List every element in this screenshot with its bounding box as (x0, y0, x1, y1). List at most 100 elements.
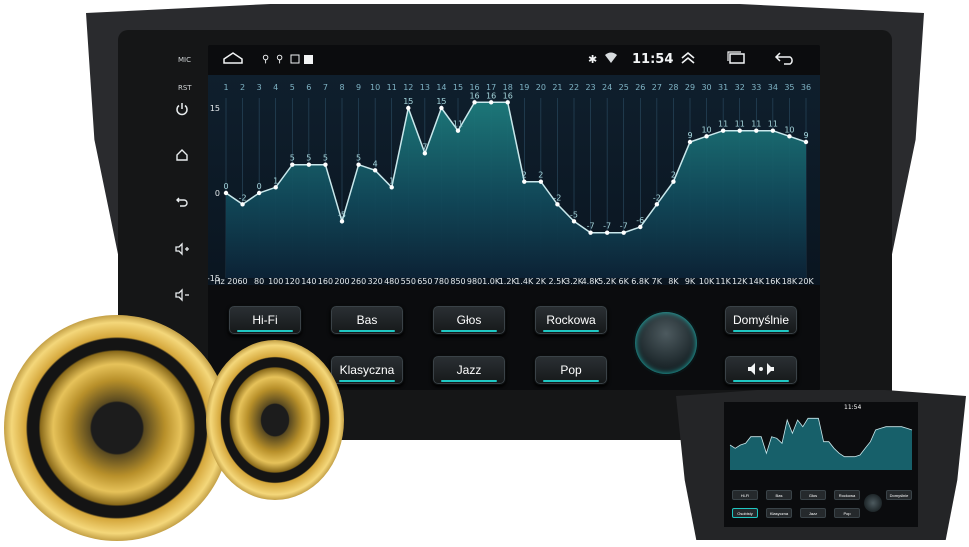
eq-freq-label: 7K (652, 277, 663, 285)
eq-band-number: 22 (569, 83, 579, 92)
eq-freq-label: 11K (715, 277, 731, 285)
eq-band-handle[interactable] (588, 230, 593, 235)
usb-icon: ⚲ (262, 54, 270, 65)
preset-bas-button[interactable]: Bas (330, 305, 404, 335)
back-arrow-icon[interactable] (774, 51, 796, 70)
volume-down-icon[interactable] (172, 288, 192, 306)
eq-band-value: -5 (338, 210, 346, 219)
eq-band-number: 14 (436, 83, 446, 92)
eq-freq-label: 20K (798, 277, 814, 285)
eq-band-handle[interactable] (406, 105, 411, 111)
mini-preset-button: Bas (766, 490, 792, 500)
eq-band-handle[interactable] (621, 230, 626, 235)
status-bar: ⚲ ⚲ ✱ 11:54 (208, 45, 820, 75)
eq-band-handle[interactable] (372, 168, 378, 173)
eq-freq-label: 550 (401, 277, 416, 285)
eq-band-number: 19 (519, 83, 529, 92)
eq-band-value: -7 (620, 222, 628, 231)
eq-band-handle[interactable] (223, 190, 229, 196)
eq-band-handle[interactable] (754, 128, 759, 133)
eq-band-handle[interactable] (638, 224, 643, 230)
eq-band-handle[interactable] (455, 128, 461, 133)
eq-band-handle[interactable] (704, 134, 709, 139)
eq-band-value: 0 (257, 182, 262, 191)
eq-band-handle[interactable] (488, 100, 494, 105)
eq-band-handle[interactable] (439, 105, 444, 111)
preset-pop-button[interactable]: Pop (534, 355, 608, 385)
volume-knob[interactable] (635, 312, 697, 374)
eq-band-handle[interactable] (803, 139, 809, 145)
equalizer-graph[interactable]: 1 2 3 4 5 6 7 8 9 10 11 12 13 14 15 16 17 18 19 20 21 22 23 24 2… (208, 75, 820, 286)
eq-band-value: 1 (273, 176, 278, 185)
eq-band-value: 2 (522, 171, 527, 180)
eq-band-handle[interactable] (306, 162, 312, 167)
eq-band-value: 2 (538, 171, 543, 180)
eq-freq-label: 480 (384, 277, 399, 285)
eq-band-handle[interactable] (671, 179, 676, 184)
mini-device-preview: 11:54 Hi-Fi Bas Głos Rockowa Domyślnie O… (676, 390, 966, 540)
eq-band-handle[interactable] (273, 185, 278, 190)
eq-band-number: 1 (223, 83, 228, 92)
eq-y-label: 0 (215, 189, 220, 198)
eq-band-number: 10 (370, 83, 380, 92)
eq-band-handle[interactable] (538, 179, 544, 184)
preset-hifi-button[interactable]: Hi-Fi (228, 305, 302, 335)
eq-band-handle[interactable] (323, 162, 328, 167)
volume-up-icon[interactable] (172, 242, 192, 260)
recent-apps-icon[interactable] (726, 51, 746, 70)
eq-band-handle[interactable] (687, 139, 693, 145)
eq-band-handle[interactable] (356, 162, 361, 167)
eq-band-handle[interactable] (604, 230, 610, 235)
home-outline-icon[interactable] (222, 51, 244, 70)
preset-rockowa-button[interactable]: Rockowa (534, 305, 608, 335)
eq-band-number: 31 (718, 83, 728, 92)
eq-band-value: -6 (636, 216, 644, 225)
eq-band-number: 11 (387, 83, 397, 92)
eq-band-handle[interactable] (472, 100, 477, 105)
eq-band-handle[interactable] (256, 190, 262, 196)
mini-preset-button: Pop (834, 508, 860, 518)
eq-band-handle[interactable] (770, 128, 776, 133)
preset-label: Rockowa (546, 313, 596, 327)
bluetooth-icon: ✱ (588, 53, 598, 66)
eq-band-value: 7 (422, 142, 427, 151)
eq-band-handle[interactable] (787, 134, 792, 139)
eq-band-handle[interactable] (720, 128, 726, 133)
mini-preset-button: Osobisty (732, 508, 758, 518)
eq-freq-label: 10K (699, 277, 715, 285)
mini-device-screen: 11:54 Hi-Fi Bas Głos Rockowa Domyślnie O… (724, 402, 918, 527)
eq-band-number: 24 (602, 83, 612, 92)
small-speaker-image (206, 340, 344, 500)
preset-label: Hi-Fi (252, 313, 278, 327)
eq-band-handle[interactable] (339, 219, 345, 224)
eq-band-handle[interactable] (654, 202, 660, 207)
preset-label: Bas (356, 313, 378, 327)
power-icon[interactable] (172, 102, 192, 120)
preset-klasyczna-button[interactable]: Klasyczna (330, 355, 404, 385)
chevron-up-icon[interactable] (680, 51, 696, 70)
eq-band-value: 4 (373, 159, 378, 168)
eq-band-handle[interactable] (389, 185, 394, 190)
eq-freq-label: 9K (685, 277, 696, 285)
eq-band-handle[interactable] (555, 202, 560, 207)
eq-freq-label: 6.8K (631, 277, 650, 285)
back-icon[interactable] (172, 194, 192, 212)
eq-band-handle[interactable] (571, 219, 577, 224)
preset-glos-button[interactable]: Głos (432, 305, 506, 335)
eq-freq-label: 6K (619, 277, 630, 285)
eq-band-handle[interactable] (505, 100, 510, 105)
eq-band-value: 5 (356, 154, 361, 163)
eq-band-value: -2 (653, 193, 661, 202)
eq-band-number: 15 (453, 83, 463, 92)
sound-field-button[interactable] (724, 355, 798, 385)
eq-band-handle[interactable] (422, 151, 428, 156)
eq-band-handle[interactable] (737, 128, 742, 133)
preset-label: Pop (560, 363, 582, 377)
eq-band-handle[interactable] (522, 179, 527, 184)
preset-jazz-button[interactable]: Jazz (432, 355, 506, 385)
eq-band-number: 6 (306, 83, 311, 92)
eq-band-handle[interactable] (240, 202, 245, 207)
preset-domyslnie-button[interactable]: Domyślnie (724, 305, 798, 335)
eq-band-handle[interactable] (290, 162, 295, 167)
home-icon[interactable] (172, 148, 192, 166)
